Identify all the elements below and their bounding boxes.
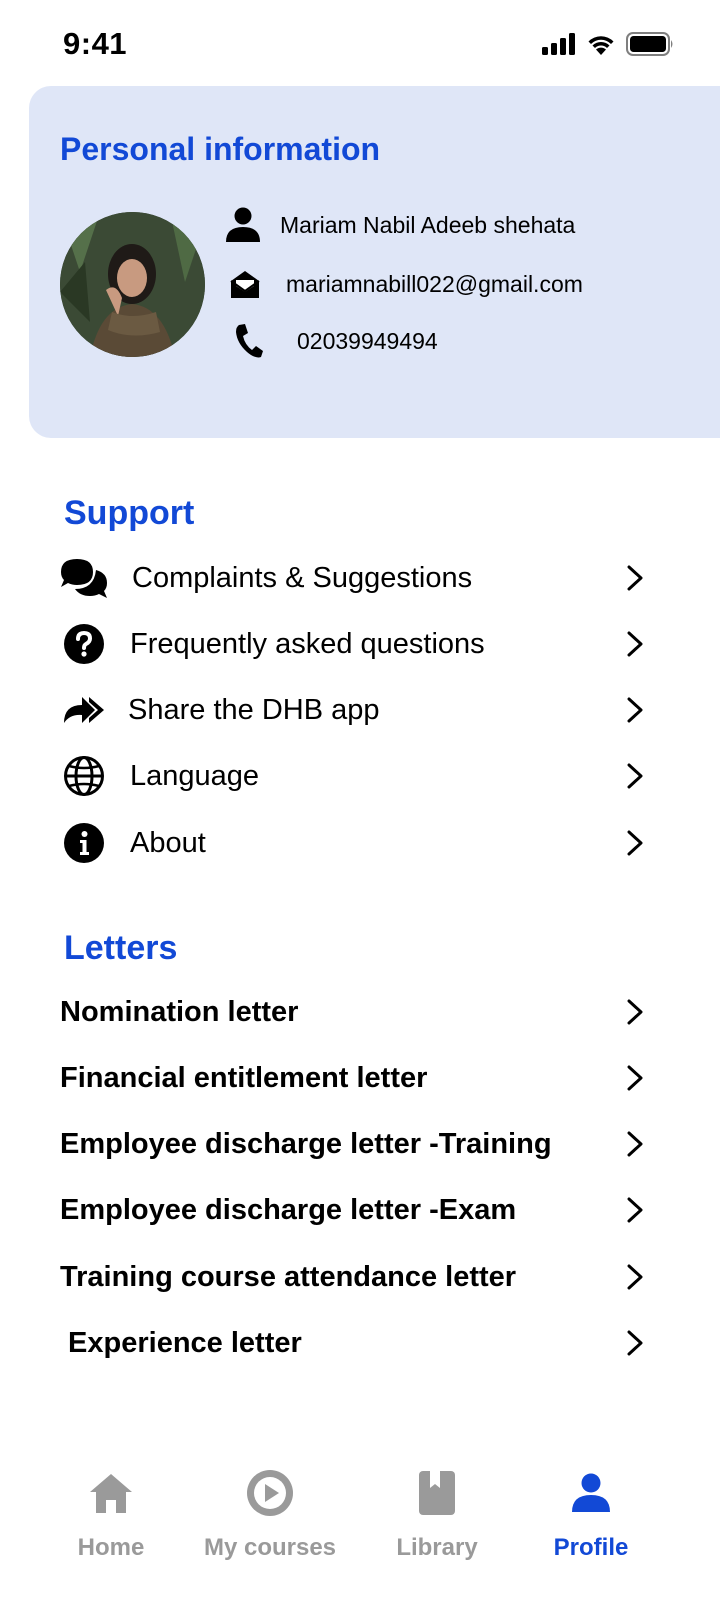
- cellular-signal-icon: [542, 33, 575, 55]
- menu-item-language[interactable]: Language: [58, 748, 658, 804]
- status-time: 9:41: [63, 26, 128, 61]
- menu-item-label: Language: [130, 759, 260, 792]
- letter-item-label: Employee discharge letter -Exam: [60, 1193, 517, 1226]
- letter-item-nomination[interactable]: Nomination letter: [60, 984, 658, 1040]
- letter-item-label: Training course attendance letter: [60, 1260, 517, 1293]
- phone-row: 02039949494: [234, 323, 438, 359]
- chevron-right-icon: [627, 1065, 643, 1091]
- chat-bubbles-icon: [58, 552, 110, 604]
- book-icon: [418, 1460, 456, 1526]
- avatar-image: [60, 212, 205, 357]
- chevron-right-icon: [627, 999, 643, 1025]
- wifi-icon: [588, 36, 614, 55]
- user-email: mariamnabill022@gmail.com: [286, 270, 583, 297]
- chevron-right-icon: [627, 763, 643, 789]
- letter-item-discharge-exam[interactable]: Employee discharge letter -Exam: [60, 1182, 658, 1238]
- chevron-right-icon: [627, 697, 643, 723]
- chevron-right-icon: [627, 631, 643, 657]
- menu-item-label: Share the DHB app: [128, 693, 380, 726]
- menu-item-label: Complaints & Suggestions: [132, 561, 473, 594]
- tab-label: My courses: [203, 1534, 337, 1561]
- name-row: Mariam Nabil Adeeb shehata: [224, 206, 575, 244]
- person-icon: [571, 1460, 611, 1526]
- chevron-right-icon: [627, 830, 643, 856]
- question-circle-icon: [58, 618, 110, 670]
- tab-home[interactable]: Home: [31, 1460, 191, 1562]
- letter-item-label: Experience letter: [60, 1326, 302, 1359]
- letter-item-attendance[interactable]: Training course attendance letter: [60, 1249, 658, 1305]
- tab-profile[interactable]: Profile: [511, 1460, 671, 1562]
- chevron-right-icon: [627, 1264, 643, 1290]
- status-bar: 9:41: [0, 0, 720, 86]
- envelope-icon: [230, 271, 260, 298]
- email-row: mariamnabill022@gmail.com: [229, 268, 583, 300]
- personal-info-title: Personal information: [60, 131, 381, 167]
- tab-label: Profile: [553, 1534, 629, 1561]
- letter-item-label: Employee discharge letter -Training: [60, 1127, 552, 1160]
- phone-icon: [236, 324, 263, 358]
- chevron-right-icon: [627, 1330, 643, 1356]
- letter-item-discharge-training[interactable]: Employee discharge letter -Training: [60, 1116, 658, 1172]
- support-title: Support: [64, 494, 195, 532]
- tab-label: Home: [77, 1534, 145, 1561]
- user-name: Mariam Nabil Adeeb shehata: [280, 211, 576, 238]
- letter-item-label: Nomination letter: [60, 995, 299, 1028]
- menu-item-label: Frequently asked questions: [130, 627, 485, 660]
- menu-item-faq[interactable]: Frequently asked questions: [58, 616, 658, 672]
- letter-item-financial[interactable]: Financial entitlement letter: [60, 1050, 658, 1106]
- menu-item-complaints[interactable]: Complaints & Suggestions: [58, 550, 658, 606]
- globe-icon: [58, 750, 110, 802]
- battery-icon: [626, 32, 673, 56]
- chevron-right-icon: [627, 1197, 643, 1223]
- chevron-right-icon: [627, 565, 643, 591]
- share-icon: [58, 684, 110, 736]
- tab-label: Library: [396, 1534, 478, 1561]
- chevron-right-icon: [627, 1131, 643, 1157]
- info-circle-icon: [58, 817, 110, 869]
- tab-my-courses[interactable]: My courses: [190, 1460, 350, 1562]
- letters-title: Letters: [64, 929, 178, 967]
- letter-item-label: Financial entitlement letter: [60, 1061, 428, 1094]
- avatar[interactable]: [60, 212, 205, 357]
- user-phone: 02039949494: [297, 327, 438, 354]
- menu-item-label: About: [130, 826, 206, 859]
- home-icon: [88, 1460, 134, 1526]
- bottom-tab-bar: Home My courses Library Profile: [0, 1440, 720, 1610]
- personal-info-card: Personal information Mariam Nabil Adeeb …: [29, 86, 720, 438]
- play-circle-icon: [246, 1460, 294, 1526]
- status-icons: [542, 32, 674, 56]
- menu-item-share[interactable]: Share the DHB app: [58, 682, 658, 738]
- person-icon: [226, 207, 260, 242]
- letter-item-experience[interactable]: Experience letter: [60, 1315, 658, 1371]
- tab-library[interactable]: Library: [357, 1460, 517, 1562]
- menu-item-about[interactable]: About: [58, 815, 658, 871]
